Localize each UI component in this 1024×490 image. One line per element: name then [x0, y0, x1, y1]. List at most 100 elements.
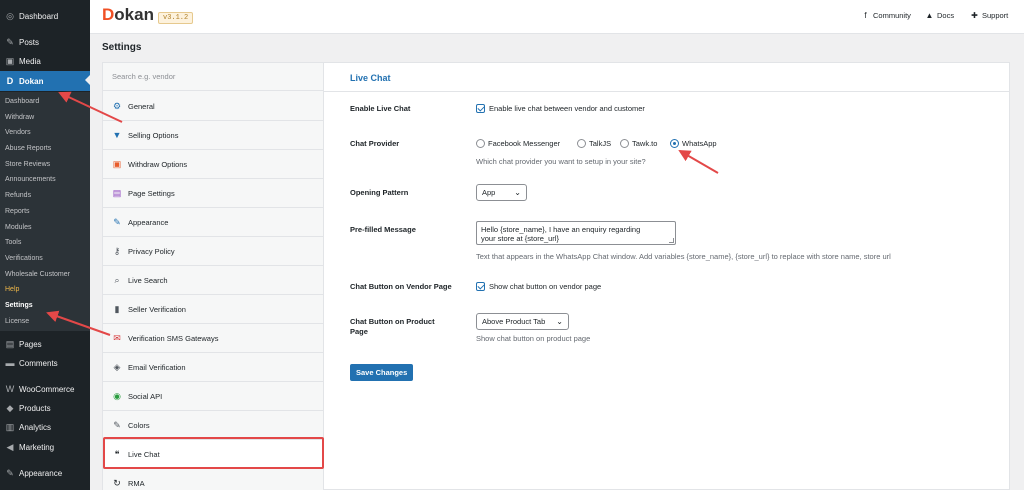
- product-page-button-label: Chat Button on Product Page: [350, 317, 435, 336]
- dashboard-icon: ◎: [6, 10, 14, 21]
- pushpin-icon: ✎: [6, 36, 14, 47]
- provider-radio-facebook-messenger[interactable]: [476, 139, 485, 148]
- nav-item-seller-verification[interactable]: ▮ Seller Verification: [103, 295, 323, 324]
- dokan-header: Dokan v3.1.2 f Community ▲ Docs ✚ Support: [90, 0, 1024, 34]
- cart-icon: ▼: [112, 130, 122, 140]
- submenu-item-abuse-reports[interactable]: Abuse Reports: [5, 143, 51, 155]
- section-title: Live Chat: [350, 73, 391, 83]
- chat-provider-label: Chat Provider: [350, 139, 400, 148]
- live-chat-settings-panel: Live Chat Enable Live Chat Enable live c…: [324, 62, 1010, 490]
- comments-icon: ▬: [5, 358, 15, 368]
- nav-item-general[interactable]: ⚙ General: [103, 92, 323, 121]
- provider-radio-whatsapp[interactable]: [670, 139, 679, 148]
- submenu-item-announcements[interactable]: Announcements: [5, 174, 56, 186]
- nav-item-email-verification[interactable]: ◈ Email Verification: [103, 353, 323, 382]
- product-page-button-select[interactable]: Above Product Tab ⌄: [476, 313, 569, 330]
- chat-provider-description: Which chat provider you want to setup in…: [476, 157, 646, 166]
- appearance-icon: ✎: [6, 467, 14, 478]
- nav-item-appearance[interactable]: ✎ Appearance: [103, 208, 323, 237]
- sidebar-item-appearance[interactable]: ✎ Appearance: [0, 464, 90, 482]
- sidebar-item-analytics[interactable]: ▥ Analytics: [0, 418, 90, 436]
- submenu-item-wholesale-customer[interactable]: Wholesale Customer: [5, 269, 70, 281]
- submenu-item-modules[interactable]: Modules: [5, 222, 31, 234]
- submenu-item-tools[interactable]: Tools: [5, 237, 21, 249]
- submenu-item-dashboard[interactable]: Dashboard: [5, 96, 39, 108]
- submenu-item-reports[interactable]: Reports: [5, 206, 30, 218]
- lifebuoy-icon: ✚: [971, 11, 978, 20]
- nav-item-live-search[interactable]: ⌕ Live Search: [103, 266, 323, 295]
- sidebar-item-dashboard[interactable]: ◎ Dashboard: [0, 7, 90, 25]
- nav-item-page-settings[interactable]: ▤ Page Settings: [103, 179, 323, 208]
- chevron-down-icon: ⌄: [556, 317, 563, 326]
- submenu-item-settings[interactable]: Settings: [5, 300, 33, 312]
- provider-radio-talkjs[interactable]: [577, 139, 586, 148]
- enable-live-chat-text: Enable live chat between vendor and cust…: [489, 104, 645, 113]
- nav-item-selling-options[interactable]: ▼ Selling Options: [103, 121, 323, 150]
- nav-item-rma[interactable]: ↻ RMA: [103, 469, 323, 490]
- pen-icon: ✎: [113, 419, 121, 430]
- opening-pattern-select[interactable]: App ⌄: [476, 184, 527, 201]
- settings-nav: Search e.g. vendor ⚙ General ▼ Selling Opt…: [102, 62, 324, 490]
- facebook-icon: f: [864, 11, 867, 20]
- products-icon: ◆: [6, 402, 14, 413]
- sidebar-item-comments[interactable]: ▬ Comments: [0, 354, 90, 372]
- prefilled-message-textarea[interactable]: Hello {store_name}, I have an enquiry re…: [476, 221, 676, 245]
- search-icon: ⌕: [114, 274, 120, 285]
- nav-item-withdraw-options[interactable]: ▣ Withdraw Options: [103, 150, 323, 179]
- provider-option-facebook-messenger: Facebook Messenger: [488, 139, 561, 148]
- submenu-item-help[interactable]: Help: [5, 284, 19, 296]
- sidebar-item-dokan[interactable]: D Dokan: [0, 71, 90, 91]
- submenu-item-verifications[interactable]: Verifications: [5, 253, 43, 265]
- graduation-cap-icon: ▲: [925, 11, 934, 20]
- section-divider: [324, 91, 1010, 92]
- submenu-item-store-reviews[interactable]: Store Reviews: [5, 159, 50, 171]
- support-link[interactable]: ✚ Support: [970, 11, 1008, 20]
- gear-icon: ⚙: [112, 100, 122, 111]
- provider-option-tawkto: Tawk.to: [632, 139, 658, 148]
- admin-sidebar: ◎ Dashboard ✎ Posts ▣ Media D Dokan Dashboar…: [0, 0, 90, 490]
- lock-icon: ▮: [114, 303, 120, 314]
- nav-item-verification-sms-gateways[interactable]: ✉ Verification SMS Gateways: [103, 324, 323, 353]
- analytics-icon: ▥: [5, 421, 15, 432]
- settings-search-input[interactable]: Search e.g. vendor: [103, 63, 323, 91]
- nav-item-colors[interactable]: ✎ Colors: [103, 411, 323, 440]
- key-icon: ⚷: [113, 245, 121, 256]
- version-badge: v3.1.2: [158, 12, 194, 24]
- product-page-button-description: Show chat button on product page: [476, 334, 591, 343]
- chevron-down-icon: ⌄: [514, 188, 521, 197]
- sidebar-item-media[interactable]: ▣ Media: [0, 52, 90, 70]
- brush-icon: ✎: [113, 216, 121, 227]
- enable-live-chat-label: Enable Live Chat: [350, 104, 411, 113]
- page-icon: ▤: [112, 187, 122, 198]
- submenu-item-vendors[interactable]: Vendors: [5, 127, 31, 139]
- docs-link[interactable]: ▲ Docs: [925, 11, 955, 20]
- submenu-item-withdraw[interactable]: Withdraw: [5, 112, 34, 124]
- nav-item-social-api[interactable]: ◉ Social API: [103, 382, 323, 411]
- enable-live-chat-checkbox[interactable]: [476, 104, 485, 113]
- sidebar-item-products[interactable]: ◆ Products: [0, 399, 90, 417]
- provider-radio-tawkto[interactable]: [620, 139, 629, 148]
- envelope-icon: ✉: [113, 332, 121, 343]
- dokan-icon: D: [6, 76, 14, 86]
- vendor-page-button-label: Chat Button on Vendor Page: [350, 282, 452, 291]
- page-title: Settings: [102, 42, 142, 53]
- shield-icon: ◈: [113, 361, 121, 372]
- resize-handle-icon[interactable]: [669, 238, 674, 243]
- sidebar-item-posts[interactable]: ✎ Posts: [0, 33, 90, 51]
- sidebar-item-marketing[interactable]: ◀ Marketing: [0, 438, 90, 456]
- nav-item-privacy-policy[interactable]: ⚷ Privacy Policy: [103, 237, 323, 266]
- nav-item-live-chat[interactable]: ❝ Live Chat: [103, 440, 323, 469]
- dokan-submenu: Dashboard Withdraw Vendors Abuse Reports…: [0, 92, 90, 331]
- opening-pattern-label: Opening Pattern: [350, 188, 409, 197]
- vendor-page-button-checkbox[interactable]: [476, 282, 485, 291]
- media-icon: ▣: [5, 55, 15, 66]
- community-link[interactable]: f Community: [861, 11, 911, 20]
- social-icon: ◉: [113, 390, 121, 401]
- submenu-item-refunds[interactable]: Refunds: [5, 190, 31, 202]
- save-changes-button[interactable]: Save Changes: [350, 364, 414, 381]
- submenu-item-license[interactable]: License: [5, 316, 29, 328]
- sidebar-item-woocommerce[interactable]: W WooCommerce: [0, 380, 90, 398]
- provider-option-talkjs: TalkJS: [589, 139, 612, 148]
- woocommerce-icon: W: [5, 384, 15, 394]
- sidebar-item-pages[interactable]: ▤ Pages: [0, 335, 90, 353]
